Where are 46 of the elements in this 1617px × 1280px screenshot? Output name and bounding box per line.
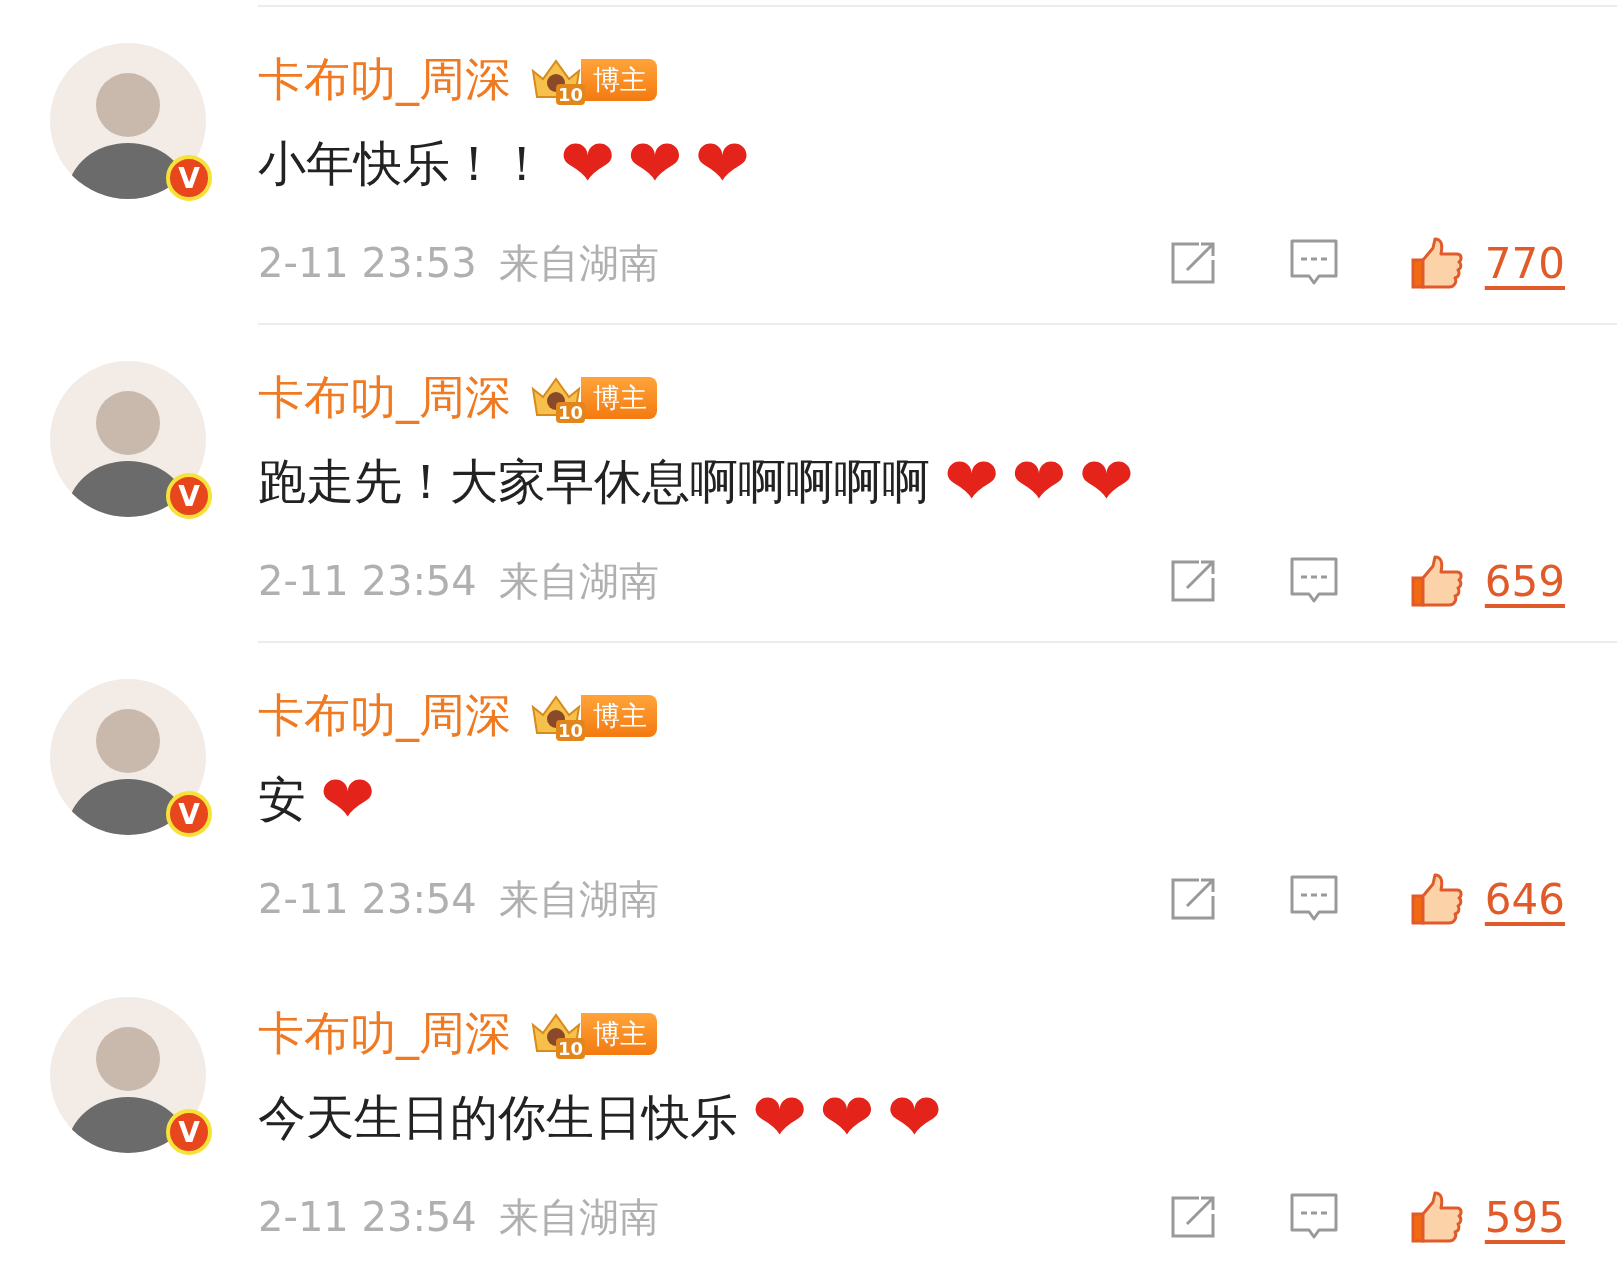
- like-count: 659: [1484, 556, 1565, 606]
- heart-emoji: ❤: [886, 1085, 942, 1151]
- heart-emoji: ❤: [1078, 449, 1134, 515]
- comment-time: 2-11 23:53: [258, 240, 477, 286]
- like-button[interactable]: 659: [1408, 554, 1565, 608]
- like-count: 770: [1484, 238, 1565, 288]
- username[interactable]: 卡布叻_周深: [258, 49, 511, 111]
- heart-emoji: ❤: [752, 1085, 808, 1151]
- heart-emoji: ❤: [819, 1085, 875, 1151]
- comment-location: 来自湖南: [498, 1192, 659, 1242]
- comment-time: 2-11 23:54: [258, 558, 477, 604]
- verified-badge: V: [166, 791, 212, 837]
- heart-emoji: ❤: [560, 131, 616, 197]
- comment-location: 来自湖南: [498, 556, 659, 606]
- rank-number: 10: [555, 402, 585, 423]
- comment-time: 2-11 23:54: [258, 1194, 477, 1240]
- blogger-badge: 博主: [581, 1013, 657, 1055]
- like-button[interactable]: 770: [1408, 236, 1565, 290]
- rank-number: 10: [555, 84, 585, 105]
- heart-emoji: ❤: [1011, 449, 1067, 515]
- heart-emoji: ❤: [944, 449, 1000, 515]
- blogger-badge: 博主: [581, 695, 657, 737]
- like-count: 595: [1484, 1192, 1565, 1242]
- username[interactable]: 卡布叻_周深: [258, 367, 511, 429]
- heart-emoji: ❤: [320, 767, 376, 833]
- blogger-badge: 博主: [581, 59, 657, 101]
- username[interactable]: 卡布叻_周深: [258, 1003, 511, 1065]
- comment-text: 小年快乐！！: [258, 134, 546, 193]
- comment-location: 来自湖南: [498, 238, 659, 288]
- comment-location: 来自湖南: [498, 874, 659, 924]
- comment-text: 今天生日的你生日快乐: [258, 1088, 738, 1147]
- like-count: 646: [1484, 874, 1565, 924]
- comment-time: 2-11 23:54: [258, 876, 477, 922]
- verified-badge: V: [166, 473, 212, 519]
- like-button[interactable]: 646: [1408, 872, 1565, 926]
- username[interactable]: 卡布叻_周深: [258, 685, 511, 747]
- rank-number: 10: [555, 1038, 585, 1059]
- rank-number: 10: [555, 720, 585, 741]
- blogger-badge: 博主: [581, 377, 657, 419]
- comment-text: 安: [258, 770, 306, 829]
- verified-badge: V: [166, 1109, 212, 1155]
- verified-badge: V: [166, 155, 212, 201]
- like-button[interactable]: 595: [1408, 1190, 1565, 1244]
- heart-emoji: ❤: [694, 131, 750, 197]
- heart-emoji: ❤: [627, 131, 683, 197]
- comment-text: 跑走先！大家早休息啊啊啊啊啊: [258, 452, 930, 511]
